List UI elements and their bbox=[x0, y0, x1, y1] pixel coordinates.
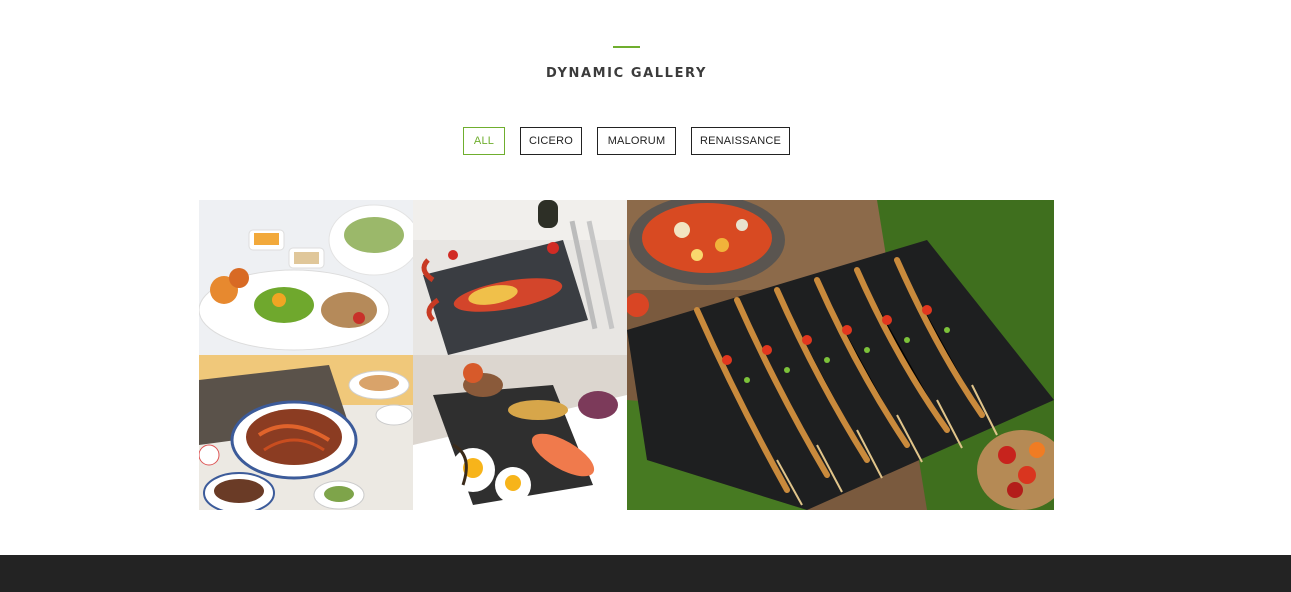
gallery-image-prawn-skewers[interactable] bbox=[627, 200, 1054, 510]
filter-renaissance-button[interactable]: RENAISSANCE bbox=[691, 127, 790, 155]
gallery-section: DYNAMIC GALLERY ALL CICERO MALORUM RENAI… bbox=[0, 0, 1291, 555]
footer-bar bbox=[0, 555, 1291, 592]
gallery-image-noodles[interactable] bbox=[199, 355, 413, 510]
gallery-image-lobster[interactable] bbox=[413, 200, 627, 355]
gallery-title: DYNAMIC GALLERY bbox=[546, 66, 707, 81]
gallery-image-salmon-eggs[interactable] bbox=[413, 355, 627, 510]
filter-all-button[interactable]: ALL bbox=[463, 127, 505, 155]
filter-malorum-button[interactable]: MALORUM bbox=[597, 127, 676, 155]
title-accent-line bbox=[613, 46, 640, 48]
filter-cicero-button[interactable]: CICERO bbox=[520, 127, 582, 155]
gallery-image-bento-platter[interactable] bbox=[199, 200, 413, 355]
gallery-grid bbox=[199, 200, 1054, 510]
gallery-filter-bar: ALL CICERO MALORUM RENAISSANCE bbox=[0, 127, 1291, 155]
